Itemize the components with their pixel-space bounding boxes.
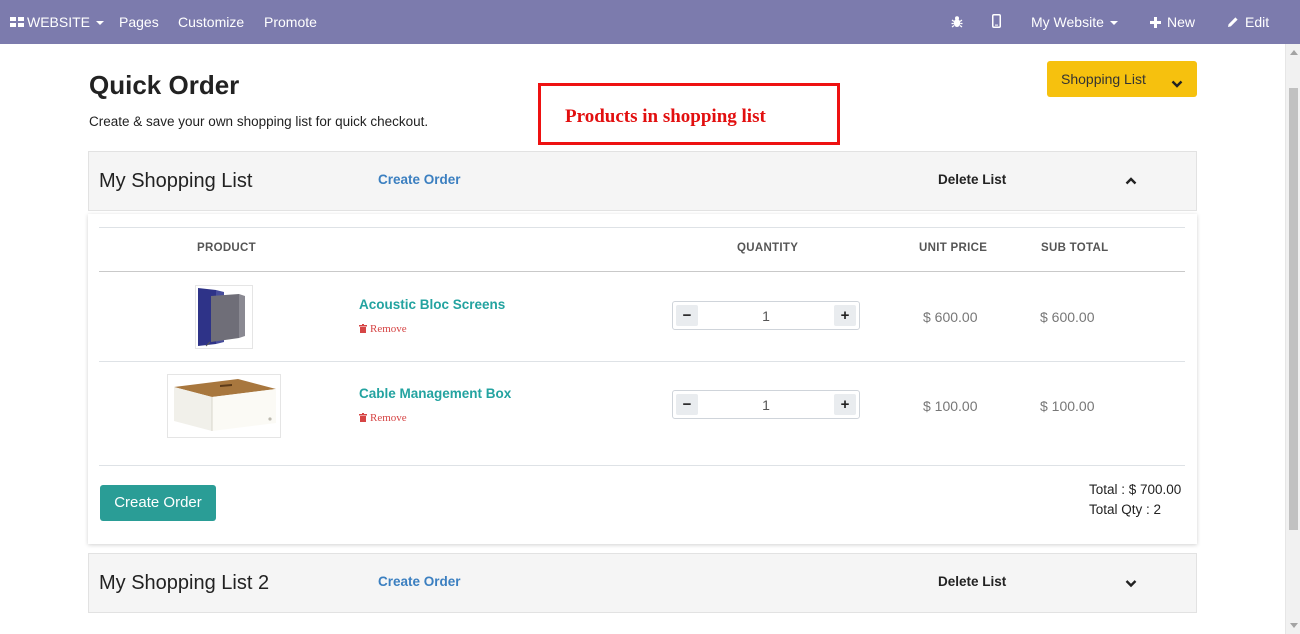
column-header-product: PRODUCT — [197, 242, 256, 254]
quantity-input[interactable]: 1 — [699, 397, 833, 413]
scroll-up-icon[interactable] — [1290, 50, 1298, 55]
acoustic-screens-image[interactable] — [195, 285, 253, 349]
shopping-list-header: My Shopping List 2 Create Order Delete L… — [88, 553, 1197, 613]
shopping-list-button-label: Shopping List — [1061, 71, 1146, 87]
mobile-preview-button[interactable] — [992, 0, 1001, 44]
decrease-quantity-button[interactable]: − — [676, 394, 698, 415]
bug-icon — [951, 1, 963, 45]
quantity-stepper[interactable]: − 1 + — [672, 301, 860, 330]
remove-link[interactable]: Remove — [359, 412, 407, 424]
pencil-icon — [1227, 1, 1239, 45]
delete-list-link[interactable]: Delete List — [938, 574, 1006, 589]
product-name-link[interactable]: Cable Management Box — [359, 386, 511, 401]
create-order-link[interactable]: Create Order — [378, 172, 461, 187]
row-divider — [99, 465, 1185, 466]
scrollbar-thumb[interactable] — [1289, 88, 1298, 530]
delete-list-link[interactable]: Delete List — [938, 172, 1006, 187]
edit-button[interactable]: Edit — [1227, 0, 1269, 44]
annotation-text: Products in shopping list — [565, 106, 766, 127]
annotation-box: Products in shopping list — [538, 83, 840, 145]
unit-price: $ 100.00 — [923, 398, 978, 414]
page-subtitle: Create & save your own shopping list for… — [89, 114, 429, 129]
menu-customize[interactable]: Customize — [178, 0, 244, 44]
table-row: Cable Management Box Remove − 1 + $ 100.… — [88, 362, 1197, 465]
new-label: New — [1167, 14, 1196, 30]
decrease-quantity-button[interactable]: − — [676, 305, 698, 326]
unit-price: $ 600.00 — [923, 309, 978, 325]
scroll-down-icon[interactable] — [1290, 623, 1298, 628]
increase-quantity-button[interactable]: + — [834, 394, 856, 415]
edit-label: Edit — [1245, 14, 1270, 30]
collapse-toggle[interactable] — [1123, 173, 1139, 189]
create-order-button[interactable]: Create Order — [100, 485, 216, 521]
sub-total: $ 100.00 — [1040, 398, 1095, 414]
shopping-list-dropdown-button[interactable]: Shopping List — [1047, 61, 1197, 97]
chevron-down-icon — [96, 21, 105, 26]
website-top-bar: WEBSITE Pages Customize Promote My Websi… — [0, 0, 1300, 44]
website-menu[interactable]: WEBSITE — [10, 0, 105, 44]
menu-promote[interactable]: Promote — [264, 0, 317, 44]
remove-label: Remove — [370, 323, 407, 335]
create-order-link[interactable]: Create Order — [378, 574, 461, 589]
menu-pages[interactable]: Pages — [119, 0, 159, 44]
chevron-up-icon — [1123, 176, 1139, 193]
table-top-border — [99, 227, 1185, 228]
my-website-dropdown[interactable]: My Website — [1031, 0, 1118, 44]
new-button[interactable]: New — [1150, 0, 1195, 44]
debug-button[interactable] — [951, 0, 963, 44]
expand-toggle[interactable] — [1123, 575, 1139, 591]
plus-icon — [1150, 1, 1161, 45]
quantity-stepper[interactable]: − 1 + — [672, 390, 860, 419]
apps-grid-icon — [10, 17, 24, 28]
mobile-icon — [992, 1, 1001, 45]
shopping-list-name: My Shopping List — [99, 170, 253, 192]
table-row: Acoustic Bloc Screens Remove − 1 + $ 600… — [88, 272, 1197, 361]
sub-total: $ 600.00 — [1040, 309, 1095, 325]
increase-quantity-button[interactable]: + — [834, 305, 856, 326]
trash-icon — [359, 413, 367, 422]
order-total: Total : $ 700.00 — [1089, 482, 1182, 497]
product-name-link[interactable]: Acoustic Bloc Screens — [359, 297, 505, 312]
trash-icon — [359, 324, 367, 333]
chevron-down-icon — [1171, 75, 1183, 91]
order-total-qty: Total Qty : 2 — [1089, 502, 1162, 517]
remove-link[interactable]: Remove — [359, 323, 407, 335]
chevron-down-icon — [1123, 578, 1139, 595]
my-website-label: My Website — [1031, 14, 1104, 30]
chevron-down-icon — [1109, 21, 1118, 26]
quantity-input[interactable]: 1 — [699, 308, 833, 324]
page-title: Quick Order — [89, 70, 240, 100]
cable-box-image[interactable] — [167, 374, 281, 438]
shopping-list-card: PRODUCT QUANTITY UNIT PRICE SUB TOTAL Ac… — [88, 214, 1197, 544]
page-scrollbar[interactable] — [1285, 44, 1300, 634]
website-menu-label: WEBSITE — [27, 14, 91, 30]
column-header-sub-total: SUB TOTAL — [1041, 242, 1109, 254]
column-header-unit-price: UNIT PRICE — [919, 242, 988, 254]
shopping-list-header: My Shopping List Create Order Delete Lis… — [88, 151, 1197, 211]
column-header-quantity: QUANTITY — [737, 242, 799, 254]
remove-label: Remove — [370, 412, 407, 424]
shopping-list-name: My Shopping List 2 — [99, 572, 270, 594]
